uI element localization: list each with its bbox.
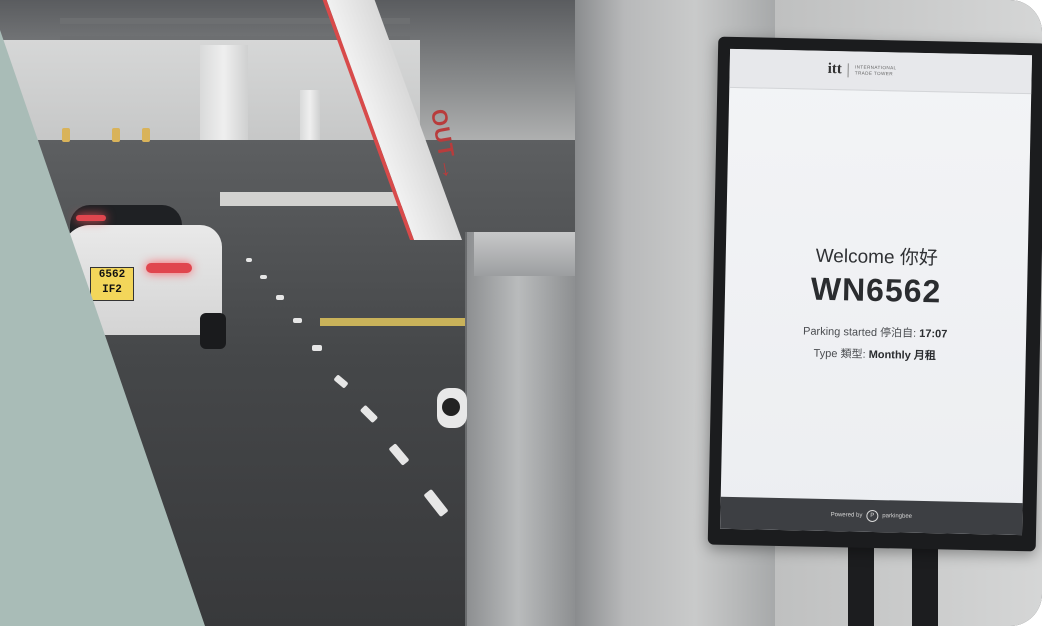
teal-diagonal-overlay xyxy=(0,30,205,626)
teal-diagonal-shape xyxy=(0,30,205,626)
parking-garage-photo: 6562 IF2 OUT→ itt INTERNATIONAL TRADE TO… xyxy=(0,0,1042,626)
